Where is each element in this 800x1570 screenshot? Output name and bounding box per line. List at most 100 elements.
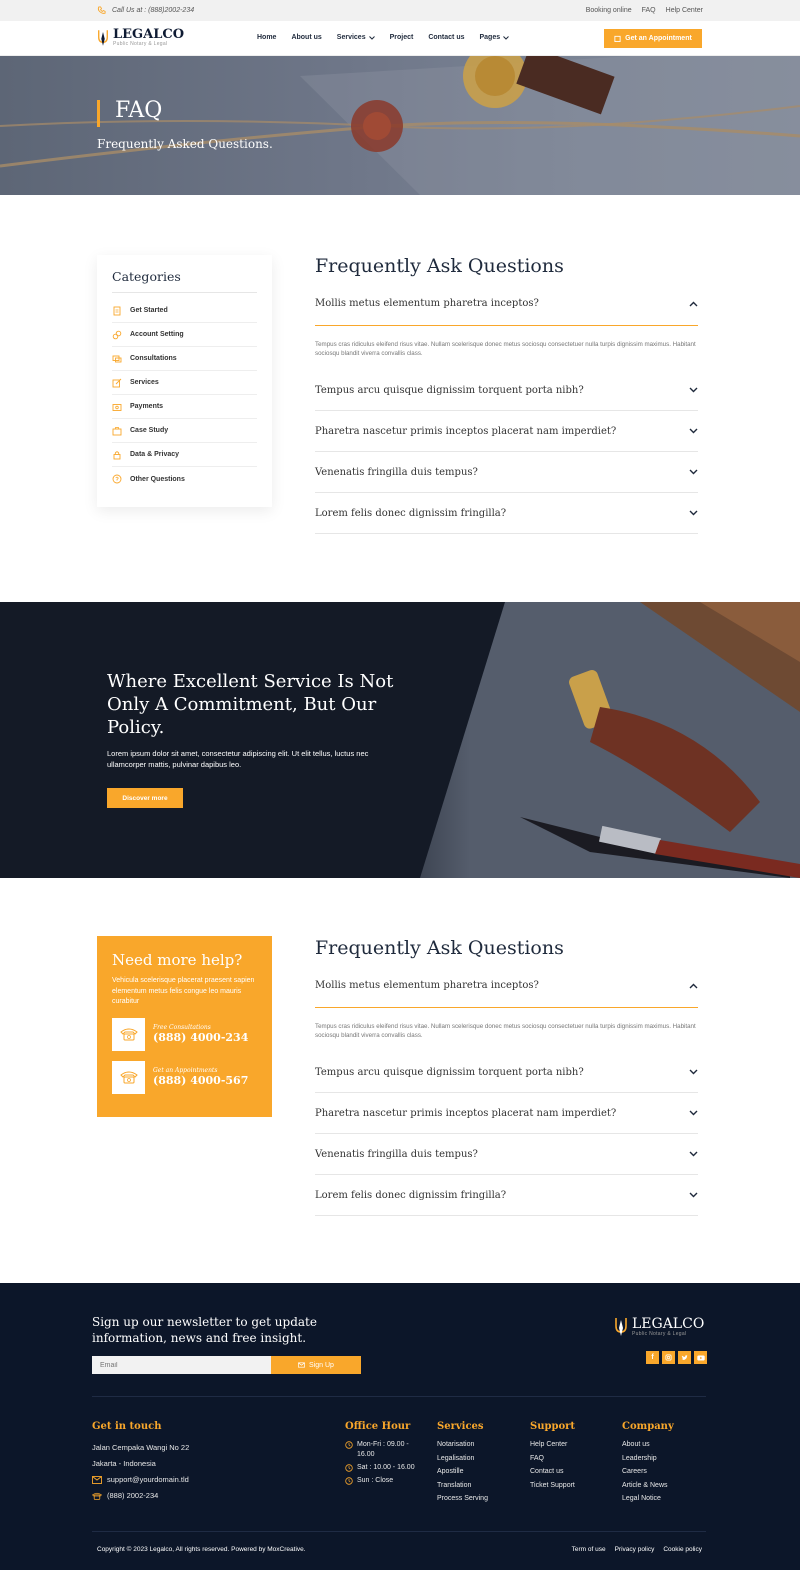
link-icon bbox=[112, 330, 122, 339]
category-other-questions[interactable]: Other Questions bbox=[112, 467, 257, 491]
chevron-down-icon bbox=[689, 1151, 698, 1157]
footer-link-about-us[interactable]: About us bbox=[622, 1438, 674, 1452]
get-appointment-button[interactable]: Get an Appointment bbox=[604, 29, 702, 48]
office-hour-title: Office Hour bbox=[345, 1421, 411, 1432]
chevron-down-icon bbox=[689, 387, 698, 393]
hero-banner: FAQ Frequently Asked Questions. bbox=[0, 56, 800, 195]
faq-question-1[interactable]: Mollis metus elementum pharetra inceptos… bbox=[315, 282, 698, 326]
footer-link-article-news[interactable]: Article & News bbox=[622, 1479, 674, 1493]
category-consultations[interactable]: Consultations bbox=[112, 347, 257, 371]
footer-link-help-center[interactable]: Help Center bbox=[530, 1438, 575, 1452]
footer-link-legal-notice[interactable]: Legal Notice bbox=[622, 1492, 674, 1506]
faq-question-2[interactable]: Tempus arcu quisque dignissim torquent p… bbox=[315, 1052, 698, 1093]
faq-question-3[interactable]: Pharetra nascetur primis inceptos placer… bbox=[315, 411, 698, 452]
help-contact-2[interactable]: Get an Appointments (888) 4000-567 bbox=[112, 1060, 257, 1094]
social-links: f bbox=[646, 1351, 707, 1364]
category-case-study[interactable]: Case Study bbox=[112, 419, 257, 443]
address-line-2: Jakarta - Indonesia bbox=[92, 1459, 156, 1468]
footer-email[interactable]: support@yourdomain.tld bbox=[92, 1472, 189, 1488]
footer-link-faq[interactable]: FAQ bbox=[530, 1452, 575, 1466]
footer-link-careers[interactable]: Careers bbox=[622, 1465, 674, 1479]
help-contact-label: Get an Appointments bbox=[153, 1067, 218, 1074]
banner-title: Where Excellent Service Is Not Only A Co… bbox=[107, 671, 394, 738]
nav-services-label: Services bbox=[336, 34, 366, 41]
faq-question-text: Tempus arcu quisque dignissim torquent p… bbox=[315, 384, 584, 396]
faq-question-5[interactable]: Lorem felis donec dignissim fringilla? bbox=[315, 1175, 698, 1216]
footer-logo-name: LEGALCO bbox=[632, 1316, 705, 1332]
category-account-setting[interactable]: Account Setting bbox=[112, 323, 257, 347]
faq-question-text: Pharetra nascetur primis inceptos placer… bbox=[315, 1107, 617, 1119]
footer-services: Services Notarisation Legalisation Apost… bbox=[437, 1421, 488, 1506]
main-header: LEGALCO Public Notary & Legal Home About… bbox=[0, 21, 800, 56]
help-contact-1[interactable]: Free Consultations (888) 4000-234 bbox=[112, 1017, 257, 1051]
footer-link-leadership[interactable]: Leadership bbox=[622, 1452, 674, 1466]
help-center-link[interactable]: Help Center bbox=[666, 7, 703, 14]
category-label: Case Study bbox=[130, 427, 169, 434]
clock-icon bbox=[345, 1441, 353, 1449]
footer-link-notarisation[interactable]: Notarisation bbox=[437, 1438, 488, 1452]
nav-contact[interactable]: Contact us bbox=[428, 34, 464, 41]
telephone-icon-box bbox=[112, 1060, 145, 1094]
category-payments[interactable]: Payments bbox=[112, 395, 257, 419]
address-line-1: Jalan Cempaka Wangi No 22 bbox=[92, 1443, 190, 1452]
chevron-down-icon bbox=[689, 1192, 698, 1198]
nav-project[interactable]: Project bbox=[390, 34, 414, 41]
privacy-link[interactable]: Privacy policy bbox=[615, 1546, 655, 1553]
footer-logo[interactable]: LEGALCO Public Notary & Legal bbox=[614, 1315, 704, 1339]
nav-project-label: Project bbox=[389, 34, 414, 41]
discover-more-button[interactable]: Discover more bbox=[107, 788, 183, 808]
footer-support: Support Help Center FAQ Contact us Ticke… bbox=[530, 1421, 575, 1492]
help-contact-phone: (888) 4000-234 bbox=[153, 1031, 249, 1044]
faq-question-4[interactable]: Venenatis fringilla duis tempus? bbox=[315, 1134, 698, 1175]
cookie-link[interactable]: Cookie policy bbox=[663, 1546, 702, 1553]
topbar-phone-text: Call Us at : (888)2002-234 bbox=[112, 7, 195, 14]
help-text: Vehicula scelerisque placerat praesent s… bbox=[112, 977, 255, 1005]
footer-link-apostille[interactable]: Apostille bbox=[437, 1465, 488, 1479]
category-data-privacy[interactable]: Data & Privacy bbox=[112, 443, 257, 467]
signup-button[interactable]: Sign Up bbox=[271, 1356, 361, 1374]
terms-link[interactable]: Term of use bbox=[572, 1546, 606, 1553]
nav-about[interactable]: About us bbox=[291, 34, 321, 41]
faq-question-5[interactable]: Lorem felis donec dignissim fringilla? bbox=[315, 493, 698, 534]
nav-pages[interactable]: Pages bbox=[480, 34, 510, 41]
chevron-up-icon bbox=[689, 301, 698, 306]
logo-pen-icon bbox=[98, 30, 108, 46]
footer-link-legalisation[interactable]: Legalisation bbox=[437, 1452, 488, 1466]
logo-pen-icon bbox=[615, 1318, 627, 1336]
categories-title: Categories bbox=[112, 269, 257, 293]
faq-link[interactable]: FAQ bbox=[642, 7, 656, 14]
category-services[interactable]: Services bbox=[112, 371, 257, 395]
faq-question-4[interactable]: Venenatis fringilla duis tempus? bbox=[315, 452, 698, 493]
faq-question-1[interactable]: Mollis metus elementum pharetra inceptos… bbox=[315, 964, 698, 1008]
category-get-started[interactable]: Get Started bbox=[112, 299, 257, 323]
topbar-phone[interactable]: Call Us at : (888)2002-234 bbox=[97, 6, 194, 15]
instagram-icon[interactable] bbox=[662, 1351, 675, 1364]
footer-link-translation[interactable]: Translation bbox=[437, 1479, 488, 1493]
twitter-icon[interactable] bbox=[678, 1351, 691, 1364]
telephone-icon bbox=[119, 1028, 138, 1041]
category-label: Services bbox=[130, 379, 159, 386]
newsletter-email-input[interactable] bbox=[92, 1356, 271, 1374]
facebook-icon[interactable]: f bbox=[646, 1351, 659, 1364]
top-bar: Call Us at : (888)2002-234 Booking onlin… bbox=[0, 0, 800, 21]
nav-services[interactable]: Services bbox=[337, 34, 375, 41]
chevron-down-icon bbox=[689, 469, 698, 475]
question-icon bbox=[112, 474, 122, 484]
footer-phone[interactable]: (888) 2002-234 bbox=[92, 1488, 189, 1504]
footer-link-process-serving[interactable]: Process Serving bbox=[437, 1492, 488, 1506]
faq-question-3[interactable]: Pharetra nascetur primis inceptos placer… bbox=[315, 1093, 698, 1134]
lock-icon bbox=[113, 450, 121, 459]
youtube-icon[interactable] bbox=[694, 1351, 707, 1364]
footer-link-ticket-support[interactable]: Ticket Support bbox=[530, 1479, 575, 1493]
nav-home[interactable]: Home bbox=[257, 34, 276, 41]
company-title: Company bbox=[622, 1421, 674, 1432]
office-hour-item: Sun : Close bbox=[345, 1476, 425, 1486]
topbar-links: Booking online FAQ Help Center bbox=[586, 7, 703, 14]
phone-icon bbox=[97, 6, 106, 14]
logo[interactable]: LEGALCO Public Notary & Legal bbox=[97, 27, 184, 49]
faq-question-2[interactable]: Tempus arcu quisque dignissim torquent p… bbox=[315, 370, 698, 411]
briefcase-icon bbox=[112, 426, 122, 435]
chevron-down-icon bbox=[503, 35, 509, 40]
booking-online-link[interactable]: Booking online bbox=[586, 7, 632, 14]
footer-link-contact-us[interactable]: Contact us bbox=[530, 1465, 575, 1479]
